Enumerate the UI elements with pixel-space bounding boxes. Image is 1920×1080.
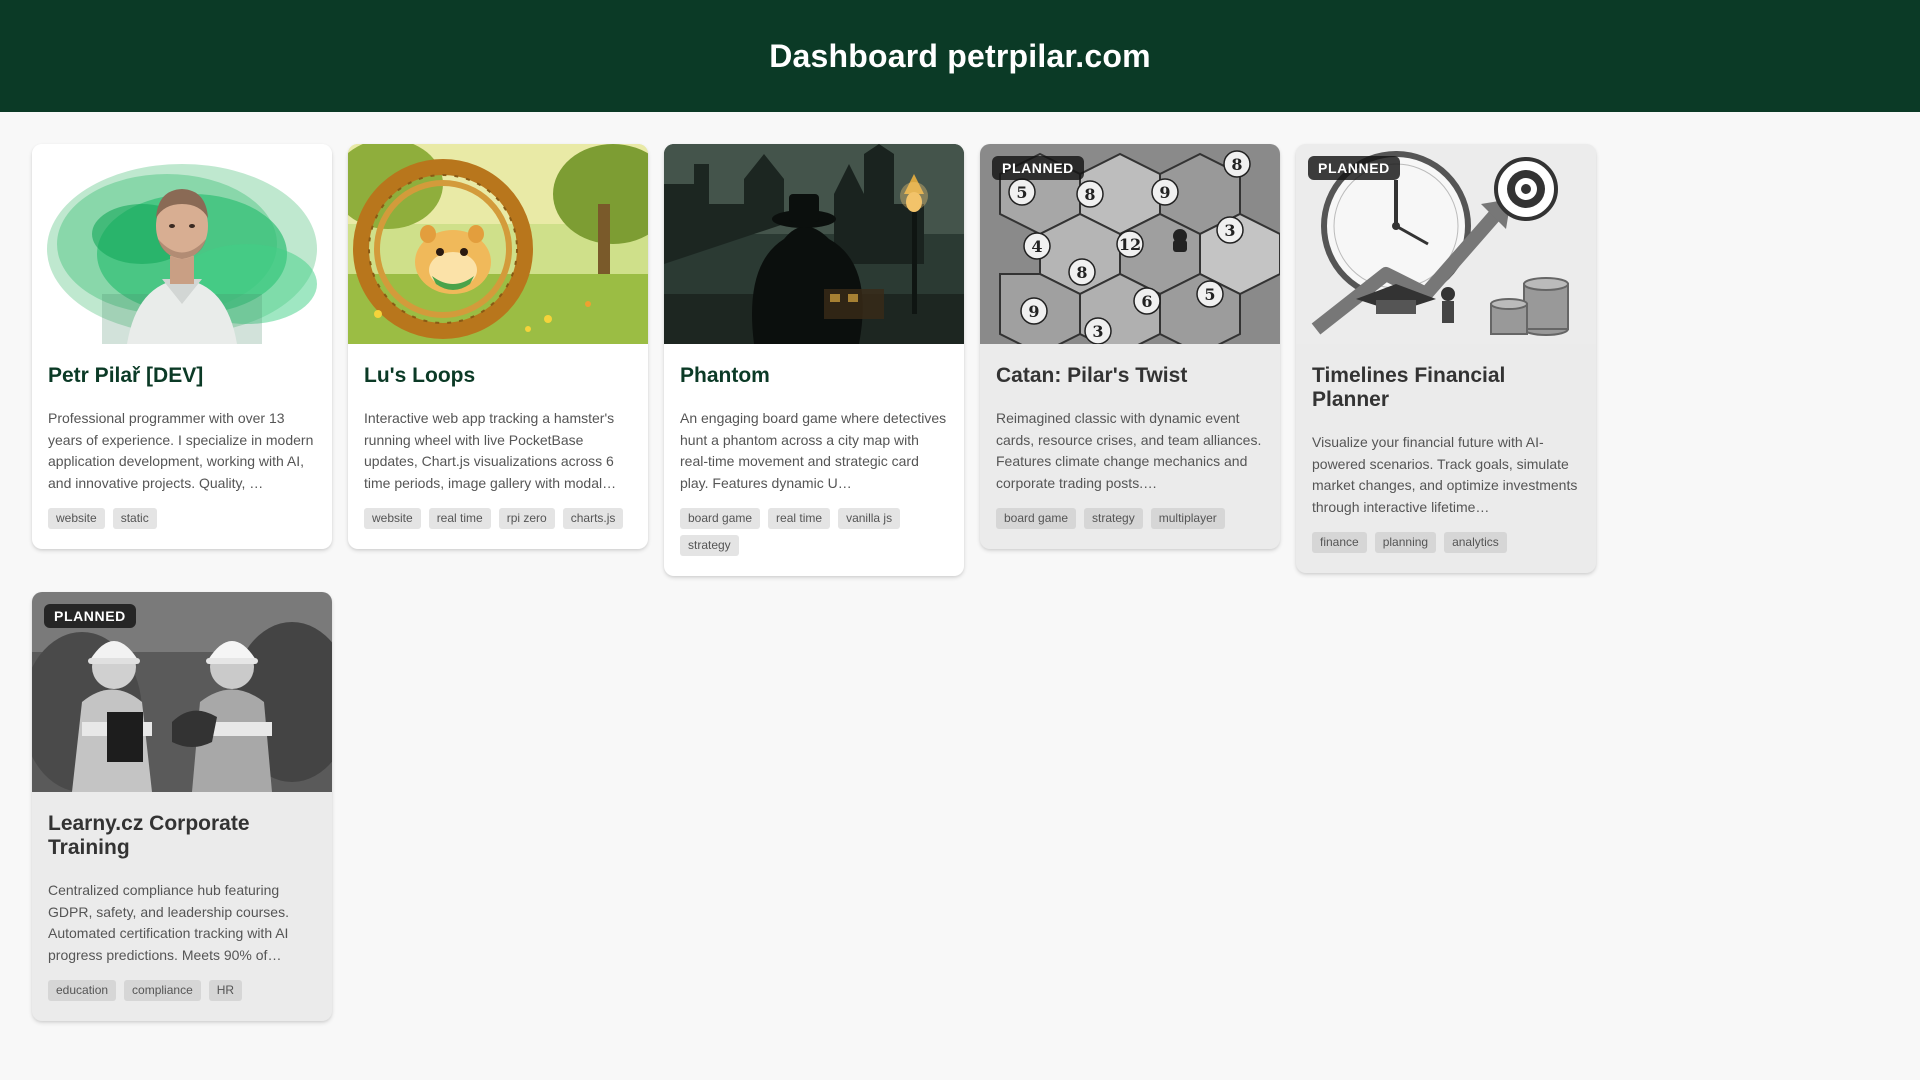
project-grid: Petr Pilař [DEV] Professional programmer…: [0, 112, 1920, 1021]
svg-text:8: 8: [1084, 185, 1095, 204]
card-body: Timelines Financial Planner Visualize yo…: [1296, 344, 1596, 573]
tag: charts.js: [562, 508, 624, 529]
planned-badge: PLANNED: [44, 604, 136, 628]
page-header: Dashboard petrpilar.com: [0, 0, 1920, 112]
card-title[interactable]: Phantom: [680, 364, 948, 388]
tag-list: board game real time vanilla js strategy: [680, 508, 948, 556]
tag: education: [48, 980, 117, 1001]
card-description: Visualize your financial future with AI-…: [1312, 434, 1578, 515]
card-body: Catan: Pilar's Twist Reimagined classic …: [980, 344, 1280, 549]
card-body: Learny.cz Corporate Training Centralized…: [32, 792, 332, 1021]
tag-list: website static: [48, 508, 316, 529]
svg-text:4: 4: [1031, 237, 1042, 256]
tag: rpi zero: [498, 508, 555, 529]
tag: analytics: [1444, 532, 1507, 553]
tag: finance: [1312, 532, 1367, 553]
card-body: Phantom An engaging board game where det…: [664, 344, 964, 576]
tag: planning: [1374, 532, 1437, 553]
card-description: Interactive web app tracking a hamster's…: [364, 410, 617, 491]
project-card-learny[interactable]: PLANNED Learny.cz Corporate Training Cen…: [32, 592, 332, 1021]
project-card-phantom[interactable]: Phantom An engaging board game where det…: [664, 144, 964, 576]
card-description: Professional programmer with over 13 yea…: [48, 410, 314, 491]
card-body: Petr Pilař [DEV] Professional programmer…: [32, 344, 332, 549]
planned-badge: PLANNED: [1308, 156, 1400, 180]
planned-badge: PLANNED: [992, 156, 1084, 180]
project-card-petr-pilar[interactable]: Petr Pilař [DEV] Professional programmer…: [32, 144, 332, 549]
card-body: Lu's Loops Interactive web app tracking …: [348, 344, 648, 549]
project-card-timelines[interactable]: PLANNED Timelines Financial Planner Visu…: [1296, 144, 1596, 573]
project-card-lus-loops[interactable]: Lu's Loops Interactive web app tracking …: [348, 144, 648, 549]
tag: compliance: [124, 980, 201, 1001]
project-image-hamster: [348, 144, 648, 344]
project-image-portrait: [32, 144, 332, 344]
card-title[interactable]: Catan: Pilar's Twist: [996, 364, 1264, 388]
svg-text:9: 9: [1028, 302, 1039, 321]
svg-text:6: 6: [1141, 292, 1152, 311]
card-title[interactable]: Lu's Loops: [364, 364, 632, 388]
tag-list: board game strategy multiplayer: [996, 508, 1264, 529]
svg-text:3: 3: [1092, 322, 1103, 341]
tag-list: education compliance HR: [48, 980, 316, 1001]
tag: strategy: [680, 535, 739, 556]
tag: strategy: [1084, 508, 1143, 529]
project-image-phantom: [664, 144, 964, 344]
tag: website: [364, 508, 421, 529]
tag: website: [48, 508, 105, 529]
card-title[interactable]: Timelines Financial Planner: [1312, 364, 1580, 412]
tag-list: finance planning analytics: [1312, 532, 1580, 553]
svg-text:12: 12: [1119, 235, 1141, 254]
card-title[interactable]: Petr Pilař [DEV]: [48, 364, 316, 388]
tag: board game: [680, 508, 761, 529]
svg-text:5: 5: [1016, 183, 1027, 202]
tag: real time: [768, 508, 831, 529]
page-title: Dashboard petrpilar.com: [769, 37, 1151, 74]
card-description: Centralized compliance hub featuring GDP…: [48, 882, 289, 963]
card-description: An engaging board game where detectives …: [680, 410, 947, 491]
tag: vanilla js: [838, 508, 901, 529]
card-description: Reimagined classic with dynamic event ca…: [996, 410, 1262, 491]
svg-text:8: 8: [1076, 263, 1087, 282]
card-title[interactable]: Learny.cz Corporate Training: [48, 812, 316, 860]
tag: board game: [996, 508, 1077, 529]
tag: real time: [428, 508, 491, 529]
svg-text:3: 3: [1224, 221, 1235, 240]
svg-text:8: 8: [1231, 155, 1242, 174]
svg-text:9: 9: [1159, 183, 1170, 202]
tag: HR: [208, 980, 243, 1001]
svg-text:5: 5: [1204, 285, 1215, 304]
tag: static: [112, 508, 157, 529]
project-card-catan[interactable]: PLANNED 5 8 9 8 4 12 3 8 6 5 9 3 Catan: …: [980, 144, 1280, 549]
tag-list: website real time rpi zero charts.js: [364, 508, 632, 529]
tag: multiplayer: [1150, 508, 1225, 529]
